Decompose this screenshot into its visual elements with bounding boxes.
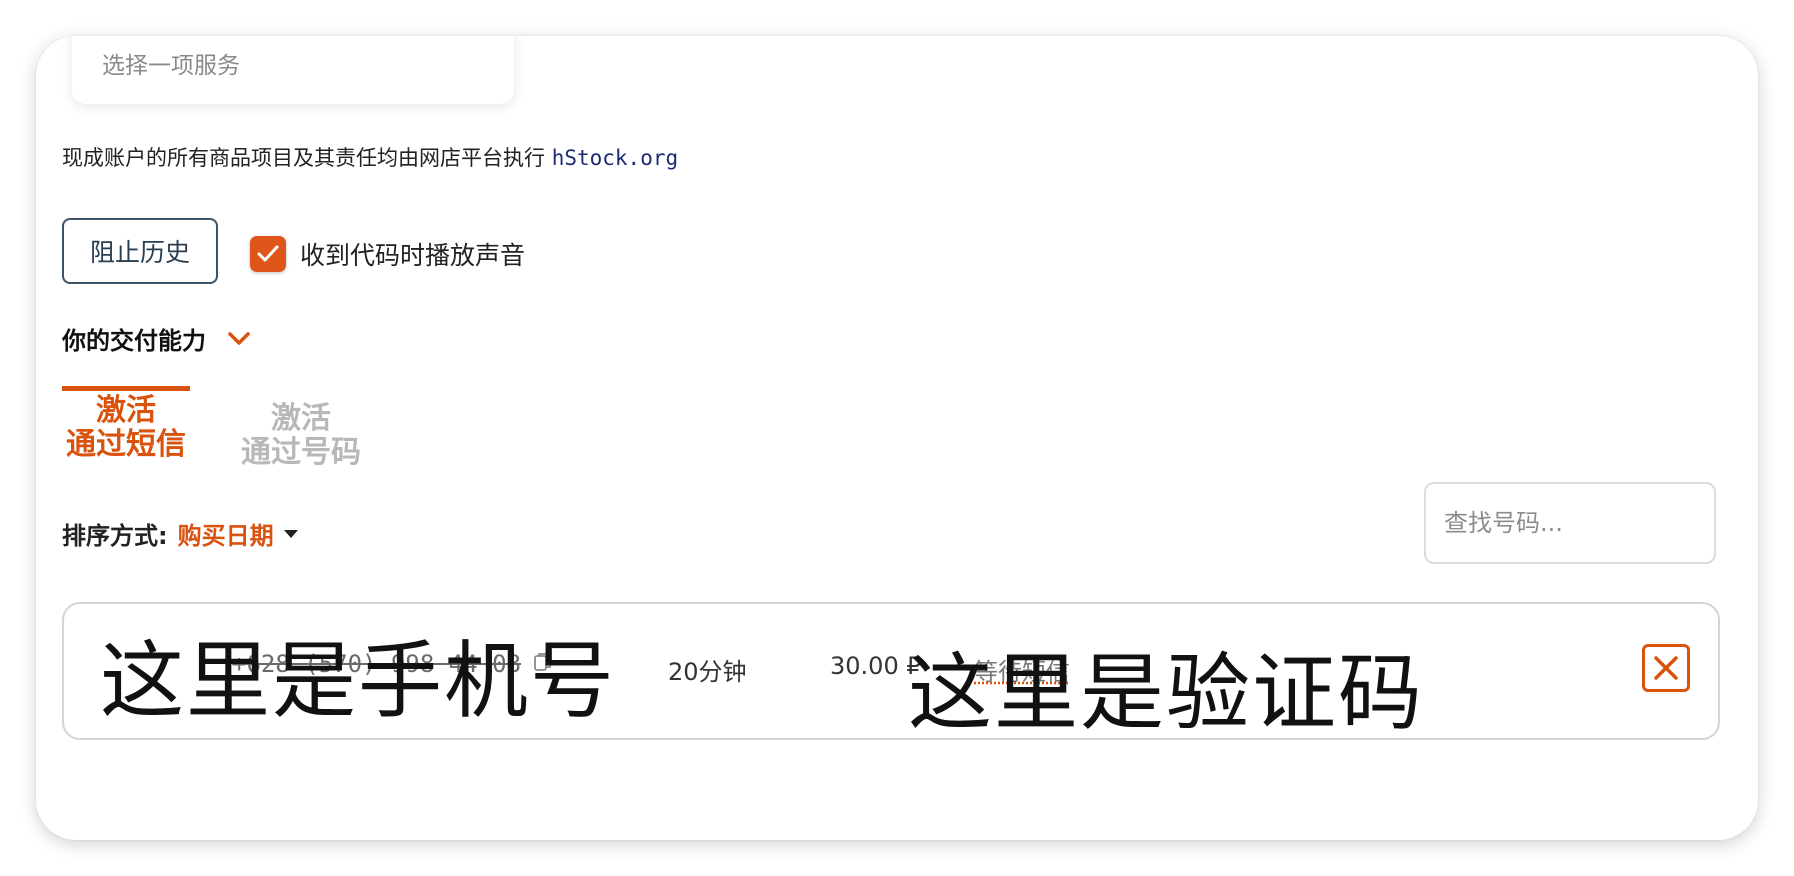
tab-number-line1: 激活 — [271, 401, 331, 436]
phone-overlay-annotation: 这里是手机号 — [100, 632, 617, 730]
tab-sms-activation[interactable]: 激活 通过短信 — [62, 386, 190, 462]
sort-control[interactable]: 排序方式: 购买日期 — [62, 516, 298, 551]
tab-sms-line1: 激活 — [96, 393, 156, 428]
checkmark-icon — [257, 245, 279, 262]
responsibility-note: 现成账户的所有商品项目及其责任均由网店平台执行 hStock.org — [62, 142, 678, 172]
delivery-label: 你的交付能力 — [62, 327, 206, 355]
sound-checkbox[interactable] — [250, 236, 286, 272]
caret-down-icon[interactable] — [283, 529, 298, 538]
hstock-link[interactable]: hStock.org — [552, 146, 678, 170]
service-select-placeholder: 选择一项服务 — [102, 53, 240, 79]
service-select[interactable]: 选择一项服务 — [72, 36, 514, 104]
tab-number-line2: 通过号码 — [241, 435, 361, 470]
search-input[interactable] — [1444, 509, 1744, 537]
close-icon — [1654, 656, 1678, 680]
order-row: +628 (570) 998 44 08 这里是手机号 20分钟 30.00 ₽… — [62, 602, 1720, 742]
sort-value[interactable]: 购买日期 — [178, 516, 274, 551]
tab-active-underline — [62, 386, 190, 391]
main-card: 选择一项服务 现成账户的所有商品项目及其责任均由网店平台执行 hStock.or… — [36, 36, 1758, 840]
sort-label: 排序方式: — [62, 522, 168, 550]
search-box — [1424, 482, 1744, 564]
tab-number-activation[interactable]: 激活 通过号码 — [236, 402, 366, 470]
duration: 20分钟 — [668, 658, 747, 686]
block-history-button[interactable]: 阻止历史 — [62, 218, 218, 284]
chevron-down-icon — [228, 331, 250, 345]
cancel-order-button[interactable] — [1642, 644, 1690, 692]
sound-toggle[interactable]: 收到代码时播放声音 — [250, 236, 525, 272]
tab-sms-line2: 通过短信 — [66, 427, 186, 462]
sound-label: 收到代码时播放声音 — [300, 241, 526, 270]
delivery-toggle[interactable]: 你的交付能力 — [62, 321, 250, 356]
responsibility-text: 现成账户的所有商品项目及其责任均由网店平台执行 — [62, 146, 552, 170]
code-overlay-annotation: 这里是验证码 — [908, 644, 1425, 742]
